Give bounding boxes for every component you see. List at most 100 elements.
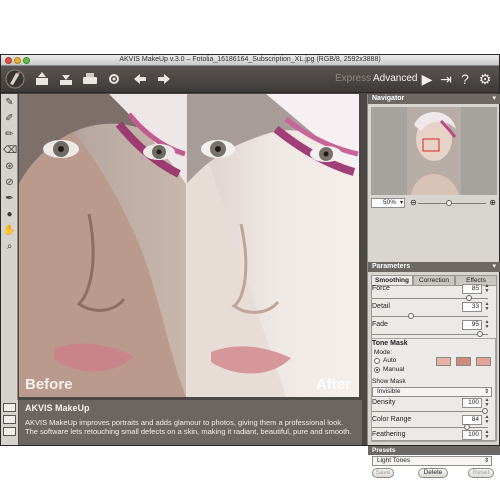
- after-portrait: [186, 94, 359, 397]
- auto-radio[interactable]: [374, 358, 380, 364]
- share-icon[interactable]: [105, 70, 123, 88]
- density-slider[interactable]: [372, 408, 488, 414]
- info-title: AKVIS MakeUp: [25, 403, 90, 413]
- advanced-mode-tab[interactable]: Advanced: [373, 72, 417, 86]
- force-row: Force 85 ▲ ▼: [372, 284, 490, 294]
- preferences-icon[interactable]: ⚙: [477, 70, 493, 88]
- fade-label: Fade: [372, 321, 388, 328]
- fade-stepper[interactable]: ▲ ▼: [484, 320, 490, 330]
- delete-preset-button[interactable]: Delete: [418, 468, 448, 478]
- tone-swatch-2[interactable]: [456, 357, 471, 366]
- brush-icon[interactable]: ✎: [3, 96, 16, 110]
- parameters-header[interactable]: Parameters ▾: [368, 262, 500, 272]
- split-divider[interactable]: [186, 94, 187, 397]
- feathering-stepper[interactable]: ▲ ▼: [484, 430, 490, 440]
- color-brush-icon[interactable]: ✒: [3, 192, 16, 206]
- settings-icon[interactable]: ⇥: [438, 70, 454, 88]
- zoom-row: 50% ⊖ ⊕: [368, 197, 500, 209]
- feathering-label: Feathering: [372, 431, 406, 438]
- zoom-in-icon[interactable]: ⊕: [489, 198, 496, 208]
- detail-slider[interactable]: [372, 313, 488, 319]
- zoom-select[interactable]: 50%: [371, 198, 405, 208]
- force-stepper[interactable]: ▲ ▼: [484, 284, 490, 294]
- manual-radio[interactable]: [374, 367, 380, 373]
- presets-header[interactable]: Presets: [368, 446, 500, 455]
- tools-panel: ✎ ✐ ✏ ⌫ ⊛ ⊘ ✒ ● ✋ ⌕: [1, 94, 18, 445]
- presets-select[interactable]: Light Tones: [372, 456, 492, 466]
- before-label: Before: [25, 376, 73, 393]
- hand-icon[interactable]: ✋: [3, 224, 16, 238]
- after-label: After: [315, 376, 351, 393]
- density-stepper[interactable]: ▲ ▼: [484, 398, 490, 408]
- history-brush-icon[interactable]: ✐: [3, 112, 16, 126]
- density-label: Density: [372, 399, 396, 406]
- fade-row: Fade 95 ▲ ▼: [372, 320, 490, 330]
- zoom-icon[interactable]: ⌕: [3, 240, 16, 254]
- settings-panel: Navigator ▾ 50% ⊖ ⊕ Parameters ▾: [367, 94, 500, 478]
- eyedropper-icon[interactable]: ⊘: [3, 176, 16, 190]
- compare-view-icon[interactable]: [3, 427, 16, 436]
- show-mask-label: Show Mask: [372, 378, 406, 385]
- spot-brush-icon[interactable]: ✏: [3, 128, 16, 142]
- eraser-icon[interactable]: ⌫: [3, 144, 17, 158]
- fade-slider-thumb[interactable]: [476, 331, 483, 337]
- redo-icon[interactable]: [155, 70, 173, 88]
- force-slider-thumb[interactable]: [465, 295, 472, 301]
- color-range-row: Color Range 84 ▲ ▼: [372, 415, 490, 425]
- feathering-row: Feathering 100 ▲ ▼: [372, 430, 490, 440]
- akvis-logo-icon: [5, 69, 25, 89]
- fade-value[interactable]: 95: [462, 320, 482, 330]
- save-preset-button[interactable]: Save: [372, 468, 394, 478]
- navigator-thumbnail: [407, 107, 461, 195]
- single-view-icon[interactable]: [3, 415, 16, 424]
- feathering-value[interactable]: 100: [462, 430, 482, 440]
- collapse-icon[interactable]: ▾: [492, 262, 496, 272]
- detail-value[interactable]: 33: [462, 302, 482, 312]
- before-image: Before: [19, 94, 186, 397]
- navigator-header[interactable]: Navigator ▾: [368, 94, 500, 104]
- zoom-out-icon[interactable]: ⊖: [410, 198, 417, 208]
- navigator-title: Navigator: [372, 95, 405, 102]
- view-mode-buttons: [1, 400, 18, 445]
- app-window: AKVIS MakeUp v.3.0 – Fotolia_16186164_Su…: [0, 54, 500, 478]
- force-value[interactable]: 85: [462, 284, 482, 294]
- undo-icon[interactable]: [131, 70, 149, 88]
- info-panel: AKVIS MakeUp AKVIS MakeUp improves portr…: [19, 400, 362, 445]
- help-icon[interactable]: ?: [457, 70, 473, 88]
- info-text: AKVIS MakeUp improves portraits and adds…: [25, 418, 352, 436]
- save-icon[interactable]: [57, 70, 75, 88]
- tone-mask-title: Tone Mask: [372, 340, 408, 347]
- show-mask-select[interactable]: Invisible: [372, 387, 492, 397]
- tone-swatch-1[interactable]: [436, 357, 451, 366]
- drop-icon[interactable]: ●: [3, 208, 16, 222]
- reset-preset-button[interactable]: Reset: [468, 468, 494, 478]
- zoom-slider[interactable]: [418, 200, 486, 206]
- detail-stepper[interactable]: ▲ ▼: [484, 302, 490, 312]
- open-icon[interactable]: [33, 70, 51, 88]
- split-view-icon[interactable]: [3, 403, 16, 412]
- fade-slider[interactable]: [372, 331, 488, 337]
- color-range-slider[interactable]: [372, 424, 488, 430]
- tone-swatch-3[interactable]: [476, 357, 491, 366]
- parameters-title: Parameters: [372, 263, 411, 270]
- navigator-preview[interactable]: [371, 107, 497, 195]
- zoom-slider-thumb[interactable]: [445, 200, 452, 206]
- color-range-label: Color Range: [372, 416, 412, 423]
- detail-label: Detail: [372, 303, 390, 310]
- density-row: Density 100 ▲ ▼: [372, 398, 490, 408]
- force-label: Force: [372, 285, 390, 292]
- express-mode-tab[interactable]: Express: [335, 72, 371, 86]
- auto-label: Auto: [383, 357, 397, 364]
- manual-label: Manual: [383, 366, 405, 373]
- mode-label: Mode:: [374, 349, 393, 356]
- run-icon[interactable]: ▶: [419, 70, 435, 88]
- color-range-stepper[interactable]: ▲ ▼: [484, 415, 490, 425]
- image-canvas[interactable]: Before After: [19, 94, 359, 397]
- clone-stamp-icon[interactable]: ⊛: [3, 160, 16, 174]
- force-slider[interactable]: [372, 295, 488, 301]
- title-bar: AKVIS MakeUp v.3.0 – Fotolia_16186164_Su…: [1, 55, 499, 66]
- detail-row: Detail 33 ▲ ▼: [372, 302, 490, 312]
- density-value[interactable]: 100: [462, 398, 482, 408]
- collapse-icon[interactable]: ▾: [492, 94, 496, 104]
- print-icon[interactable]: [81, 70, 99, 88]
